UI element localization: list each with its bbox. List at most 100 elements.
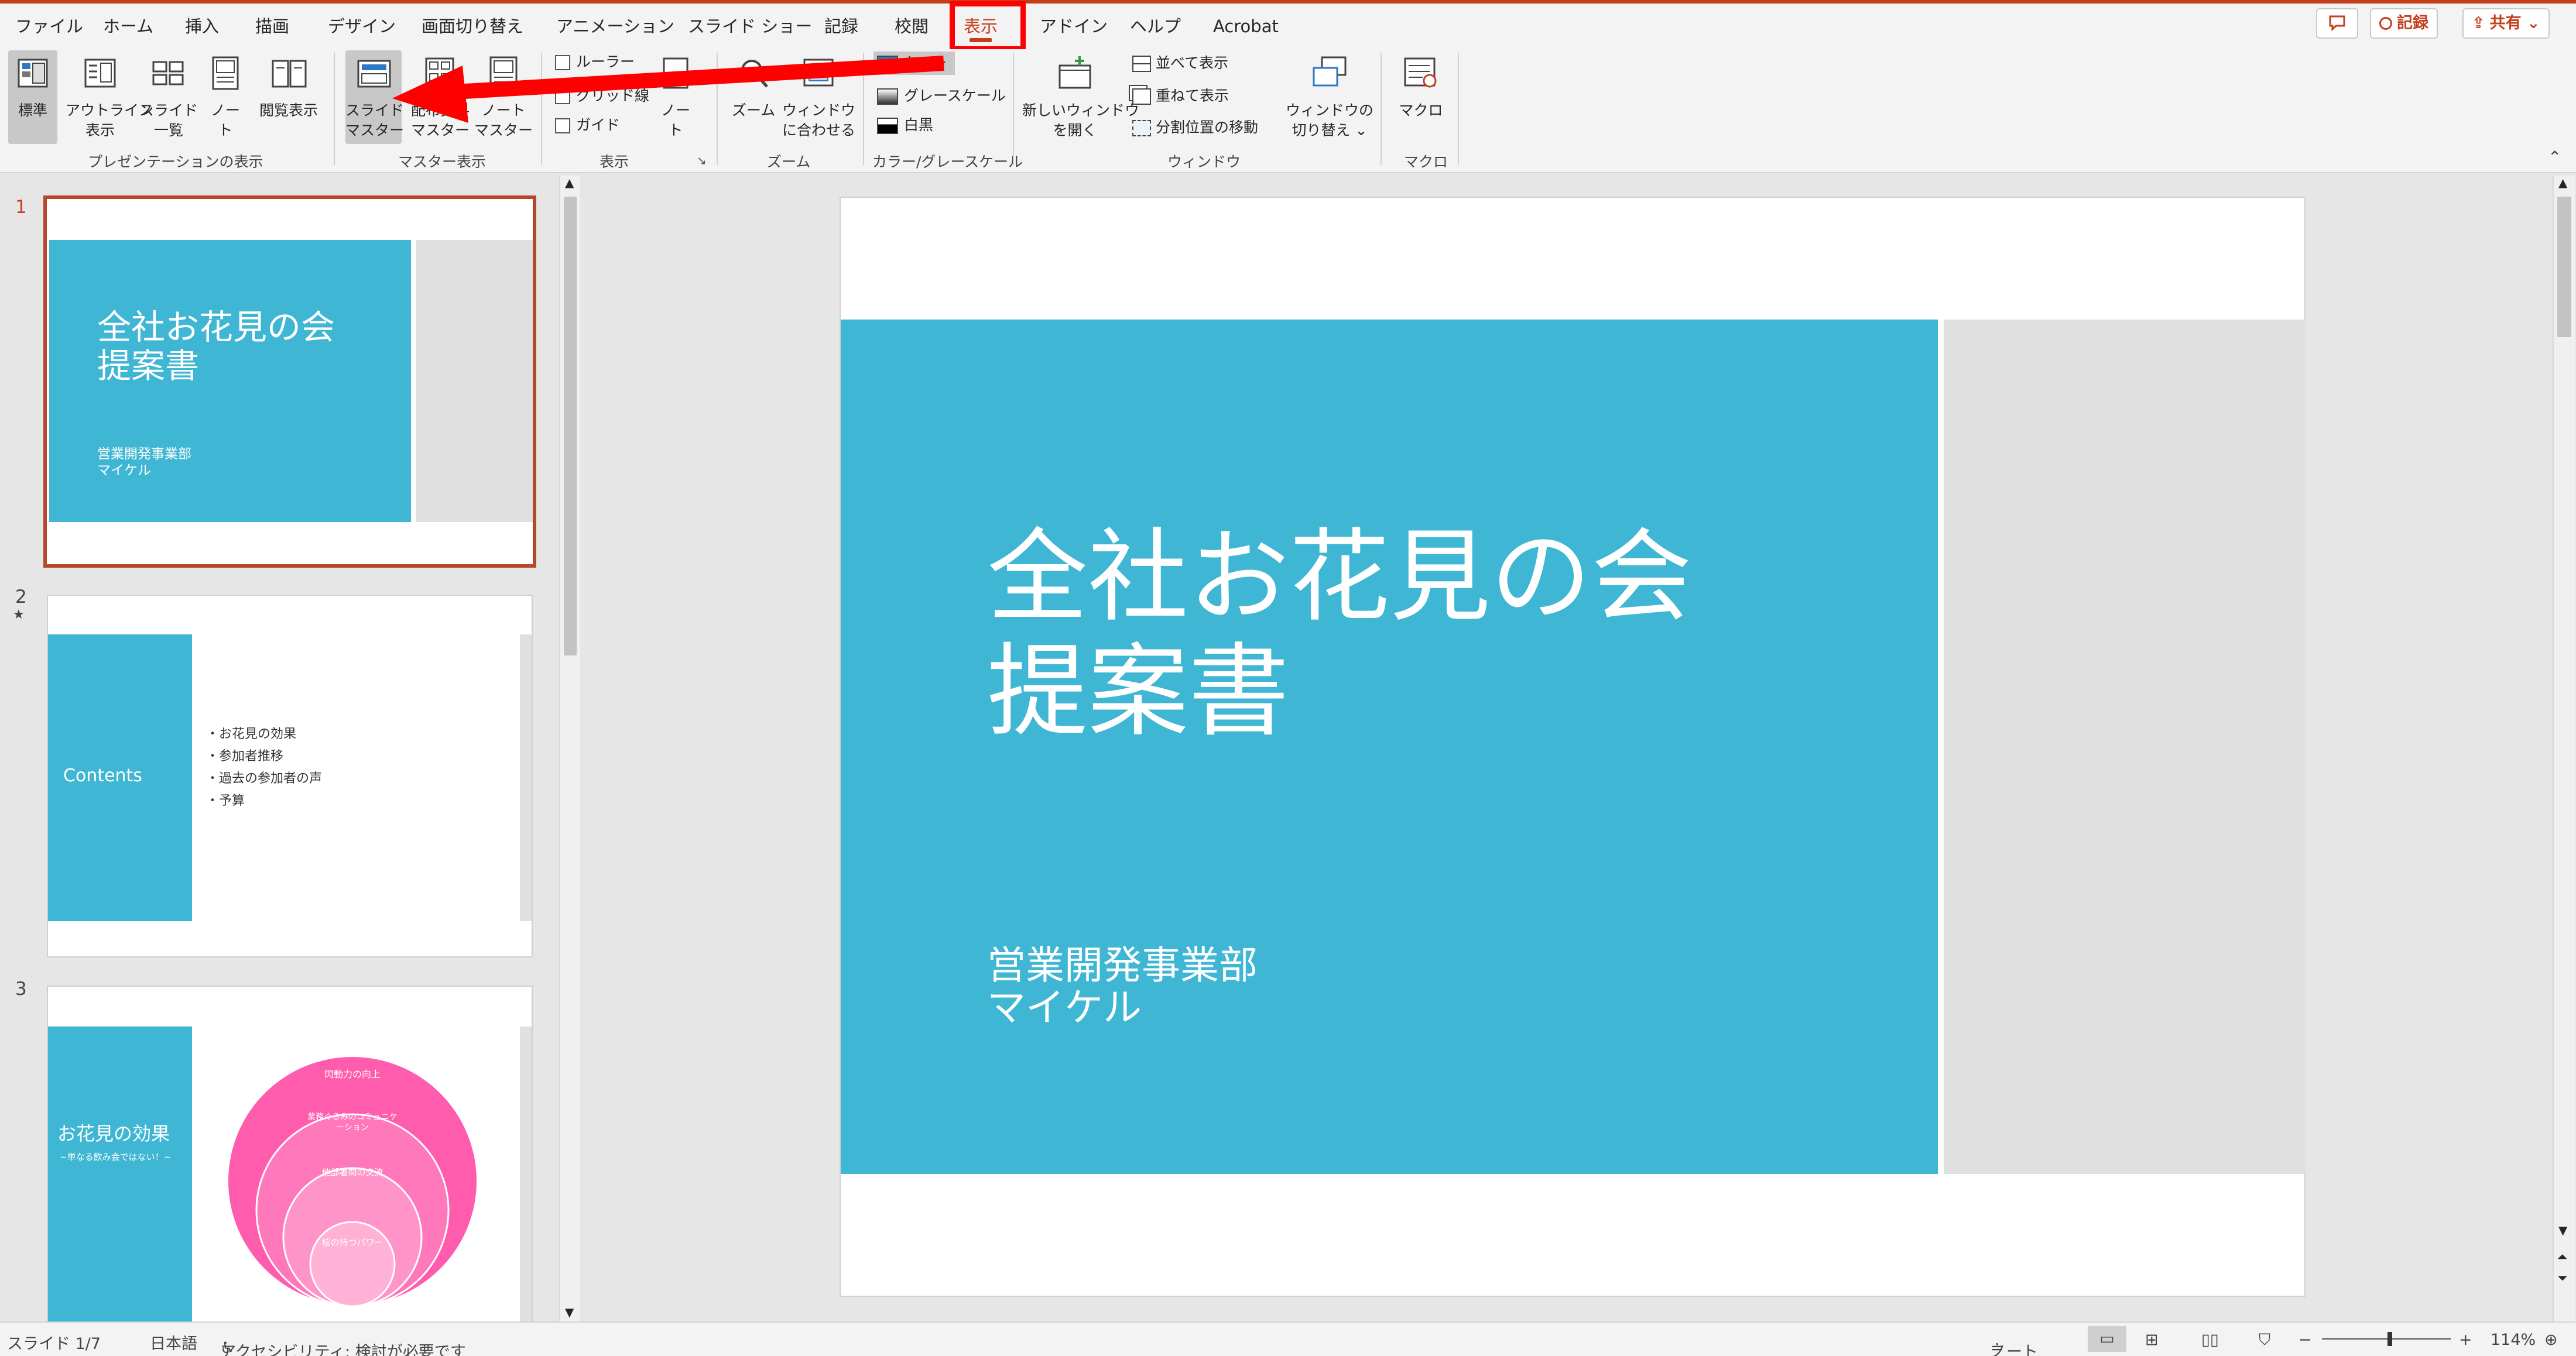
fit-to-window-button[interactable]: ウィンドウ に合わせる [782, 50, 855, 144]
scroll-up-icon[interactable]: ▲ [2558, 176, 2567, 190]
slideshow-status-icon[interactable]: ⛉ [2259, 1331, 2270, 1350]
slide-sorter-status-icon[interactable]: ⊞ [2145, 1331, 2159, 1349]
arrange-all-icon [1132, 56, 1151, 72]
zoom-level[interactable]: 114% [2491, 1331, 2536, 1349]
circle-label: 業務ぐるみのコミュニケーション [307, 1113, 398, 1132]
zoom-slider-thumb[interactable] [2387, 1332, 2392, 1346]
move-split-button[interactable]: 分割位置の移動 [1132, 116, 1258, 139]
tab-home[interactable]: ホーム [103, 4, 153, 49]
notes-master-label-2: マスター [474, 122, 533, 139]
fit-slide-icon[interactable]: ⊕ [2544, 1331, 2558, 1349]
thumb-edge-block [520, 634, 532, 921]
new-window-icon [1059, 56, 1091, 89]
zoom-slider[interactable] [2322, 1338, 2451, 1340]
handout-master-button[interactable]: 配布資料 マスター [406, 50, 474, 144]
slide-scrollbar[interactable]: ▲ ▼ ⏶ ⏷ [2553, 176, 2575, 1321]
slide-sorter-button[interactable]: スライド 一覧 [139, 50, 198, 144]
thumb-title: 全社お花見の会 提案書 [97, 308, 335, 385]
thumb-side-block [48, 1027, 192, 1324]
tab-transitions[interactable]: 画面切り替え [422, 4, 523, 49]
guides-check-box[interactable] [555, 118, 570, 133]
collapse-ribbon-icon[interactable]: ⌃ [2548, 147, 2561, 167]
slide-title[interactable]: 全社お花見の会 提案書 [987, 520, 1692, 749]
reading-view-button[interactable]: 閲覧表示 [253, 50, 324, 144]
tab-addins[interactable]: アドイン [1040, 4, 1108, 49]
slide-counter: スライド 1/7 [7, 1335, 101, 1353]
scroll-down-icon[interactable]: ▼ [565, 1305, 574, 1319]
record-button[interactable]: 記録 [2370, 8, 2438, 39]
current-slide[interactable]: 全社お花見の会 提案書 営業開発事業部 マイケル [840, 197, 2306, 1297]
slide-thumbnail-1[interactable]: 全社お花見の会 提案書 営業開発事業部 マイケル [43, 195, 536, 568]
reading-view-icon [272, 60, 307, 88]
switch-windows-label-1: ウィンドウの [1286, 102, 1374, 119]
tab-design[interactable]: デザイン [328, 4, 396, 49]
share-icon: ⇪ [2472, 14, 2485, 32]
notes-button[interactable]: ノー ト [655, 50, 697, 144]
ruler-check-box[interactable] [555, 55, 570, 70]
tab-insert[interactable]: 挿入 [185, 4, 219, 49]
normal-view-status-icon[interactable]: ▭ [2088, 1326, 2126, 1352]
group-separator [334, 53, 335, 165]
black-white-button[interactable]: 白黒 [877, 114, 933, 137]
slide-title-line: 提案書 [987, 633, 1289, 750]
record-label: 記録 [2397, 14, 2428, 32]
macros-button[interactable]: マクロ [1389, 50, 1453, 144]
grayscale-label: グレースケール [904, 87, 1006, 104]
tab-acrobat[interactable]: Acrobat [1213, 4, 1279, 49]
comments-button[interactable] [2316, 8, 2358, 39]
scroll-thumb[interactable] [564, 197, 577, 655]
ruler-checkbox[interactable]: ルーラー [555, 50, 635, 74]
new-window-button[interactable]: 新しいウィンドウ を開く [1022, 50, 1139, 144]
arrange-all-label: 並べて表示 [1156, 54, 1229, 71]
tab-file[interactable]: ファイル [15, 4, 83, 49]
slide-subtitle[interactable]: 営業開発事業部 マイケル [987, 945, 1258, 1029]
gridlines-check-box[interactable] [555, 89, 570, 104]
notes-toggle-label: ノート [1991, 1343, 2038, 1356]
slide-thumbnail-3[interactable]: お花見の効果 ~単なる飲み会ではない！~ 閃動力の向上 業務ぐるみのコミュニケー… [47, 986, 533, 1325]
tab-record[interactable]: 記録 [824, 4, 858, 49]
notes-master-button[interactable]: ノート マスター [474, 50, 533, 144]
thumb-title-line: 提案書 [97, 346, 200, 386]
share-label: 共有 [2489, 14, 2522, 32]
normal-view-icon [18, 59, 48, 88]
move-split-label: 分割位置の移動 [1156, 119, 1259, 136]
grayscale-button[interactable]: グレースケール [877, 84, 1006, 108]
scroll-up-icon[interactable]: ▲ [565, 176, 574, 190]
outline-view-icon [84, 59, 116, 88]
tab-slideshow[interactable]: スライド ショー [688, 4, 812, 49]
group-label-color: カラー/グレースケール [872, 153, 1023, 170]
zoom-button[interactable]: ズーム [725, 50, 782, 144]
fit-window-icon [803, 59, 834, 87]
reading-view-status-icon[interactable]: ▯▯ [2201, 1331, 2219, 1349]
arrange-all-button[interactable]: 並べて表示 [1132, 52, 1228, 75]
slide-sorter-label-1: スライド [139, 102, 198, 119]
gridlines-checkbox[interactable]: グリッド線 [555, 84, 649, 108]
reading-view-label: 閲覧表示 [259, 102, 318, 119]
tab-animations[interactable]: アニメーション [556, 4, 674, 49]
previous-slide-icon[interactable]: ⏶ [2557, 1250, 2568, 1265]
notes-page-button[interactable]: ノー ト [205, 50, 246, 144]
slide-thumbnail-2[interactable]: Contents ・お花見の効果 ・参加者推移 ・過去の参加者の声 ・予算 [47, 595, 533, 957]
next-slide-icon[interactable]: ⏷ [2557, 1271, 2568, 1286]
thumbnail-scrollbar[interactable]: ▲ ▼ [559, 176, 580, 1321]
tab-help[interactable]: ヘルプ [1130, 4, 1181, 49]
zoom-in-icon[interactable]: + [2459, 1331, 2472, 1349]
tab-draw[interactable]: 描画 [255, 4, 289, 49]
scroll-down-icon[interactable]: ▼ [2558, 1223, 2567, 1237]
guides-checkbox[interactable]: ガイド [555, 114, 620, 137]
thumb-side-title: Contents [63, 765, 142, 786]
slide-master-label-1: スライド [345, 102, 405, 119]
outline-view-button[interactable]: アウトライン 表示 [66, 50, 153, 144]
show-dialog-launcher-icon[interactable]: ↘ [697, 153, 707, 167]
cascade-button[interactable]: 重ねて表示 [1132, 84, 1229, 108]
share-button[interactable]: ⇪ 共有 ⌄ [2462, 8, 2550, 39]
tab-review[interactable]: 校閲 [895, 4, 929, 49]
switch-windows-label-2: 切り替え ⌄ [1292, 122, 1368, 139]
color-button[interactable]: カラー [873, 52, 955, 75]
zoom-out-icon[interactable]: − [2298, 1331, 2312, 1349]
slide-master-button[interactable]: スライド マスター [345, 50, 405, 144]
normal-view-button[interactable]: 標準 [8, 50, 57, 144]
scroll-thumb[interactable] [2557, 197, 2571, 337]
switch-windows-button[interactable]: ウィンドウの 切り替え ⌄ [1286, 50, 1373, 144]
language-indicator[interactable]: 日本語 [150, 1331, 197, 1354]
